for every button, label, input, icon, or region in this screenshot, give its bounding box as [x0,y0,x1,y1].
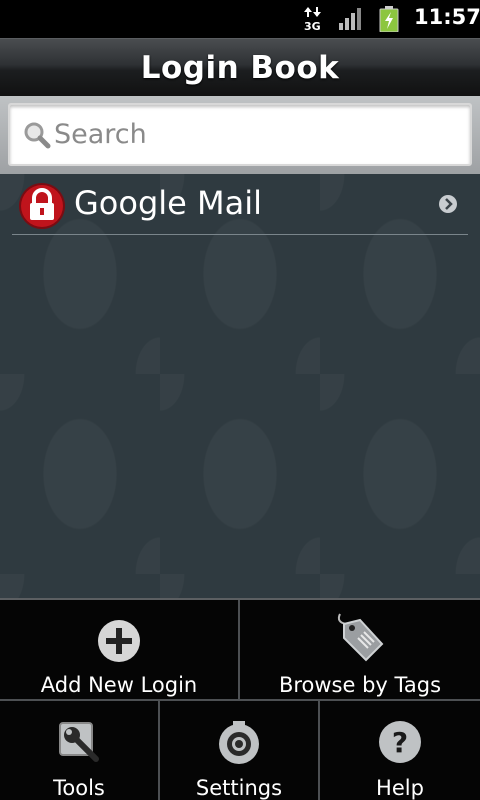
tools-label: Tools [53,776,105,800]
svg-text:?: ? [392,726,408,759]
list-item[interactable]: Google Mail [0,174,480,236]
tag-icon [337,613,384,662]
search-box[interactable] [8,103,472,166]
title-bar: Login Book [0,38,480,96]
data-arrows-icon: 3G [303,6,323,33]
add-new-login-label: Add New Login [40,673,198,697]
menu-divider [238,600,240,699]
battery-charging-icon [378,6,400,33]
browse-by-tags-label: Browse by Tags [278,673,442,697]
browse-by-tags-button[interactable]: Browse by Tags [240,600,480,699]
add-new-login-button[interactable]: Add New Login [0,600,238,699]
list-divider [12,234,468,235]
search-bar [0,96,480,174]
add-icon [98,620,140,662]
page-title: Login Book [140,49,340,86]
chevron-right-icon[interactable] [438,194,458,214]
network-label: 3G [304,20,321,32]
search-icon [24,122,51,148]
list-item-name: Google Mail [74,184,263,222]
wrench-icon [59,722,99,762]
options-menu: Add New Login Browse by Tags Tools Setti… [0,598,480,800]
search-input[interactable] [54,119,454,150]
help-button[interactable]: ? Help [320,701,480,800]
settings-icon [219,721,259,764]
tools-button[interactable]: Tools [0,701,158,800]
clock: 11:57 [414,5,480,29]
help-label: Help [376,776,424,800]
menu-divider [158,701,160,800]
login-list: Google Mail [0,174,480,598]
lock-icon [18,182,66,230]
menu-divider [318,701,320,800]
signal-icon [338,8,364,30]
status-bar: 3G 11:57 [0,0,480,38]
menu-divider [0,699,480,701]
help-icon: ? [379,721,421,763]
settings-label: Settings [195,776,283,800]
settings-button[interactable]: Settings [160,701,318,800]
